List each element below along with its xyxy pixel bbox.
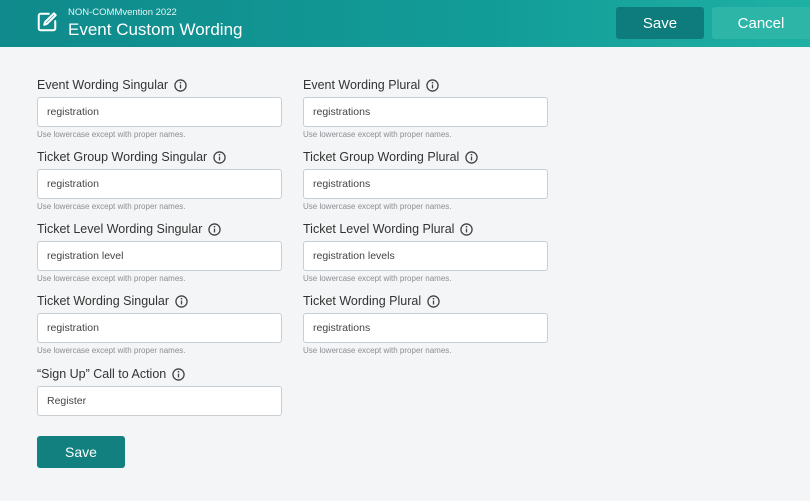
ticket-group-singular-input[interactable]: registration (37, 169, 282, 199)
field-ticket-plural: Ticket Wording Plural registrations Use … (303, 293, 548, 355)
info-icon[interactable] (172, 367, 185, 381)
save-button[interactable]: Save (37, 436, 125, 468)
edit-icon (37, 12, 57, 32)
ticket-group-plural-input[interactable]: registrations (303, 169, 548, 199)
field-label: Event Wording Plural (303, 78, 421, 92)
field-hint: Use lowercase except with proper names. (37, 346, 186, 355)
info-icon[interactable] (208, 222, 222, 236)
event-plural-input[interactable]: registrations (303, 97, 548, 127)
info-icon[interactable] (175, 294, 188, 308)
ticket-level-singular-input[interactable]: registration level (37, 241, 282, 271)
sign-up-cta-input[interactable]: Register (37, 386, 282, 416)
field-label: Ticket Wording Plural (303, 294, 422, 308)
page-header: NON-COMMvention 2022 Event Custom Wordin… (0, 0, 810, 47)
info-icon[interactable] (465, 150, 479, 164)
field-hint: Use lowercase except with proper names. (37, 202, 186, 211)
header-save-button[interactable]: Save (616, 7, 704, 39)
ticket-singular-input[interactable]: registration (37, 313, 282, 343)
ticket-level-plural-input[interactable]: registration levels (303, 241, 548, 271)
field-label: Ticket Level Wording Plural (303, 222, 455, 236)
info-icon[interactable] (426, 78, 439, 92)
field-hint: Use lowercase except with proper names. (37, 274, 186, 283)
field-hint: Use lowercase except with proper names. (303, 130, 452, 139)
field-event-plural: Event Wording Plural registrations Use l… (303, 77, 548, 139)
field-hint: Use lowercase except with proper names. (303, 202, 452, 211)
info-icon[interactable] (460, 222, 474, 236)
info-icon[interactable] (213, 150, 226, 164)
field-ticket-group-plural: Ticket Group Wording Plural registration… (303, 149, 548, 211)
field-label: Ticket Level Wording Singular (37, 222, 203, 236)
info-icon[interactable] (427, 294, 440, 308)
event-name: NON-COMMvention 2022 (68, 7, 177, 18)
field-hint: Use lowercase except with proper names. (303, 346, 452, 355)
field-hint: Use lowercase except with proper names. (37, 130, 186, 139)
info-icon[interactable] (174, 78, 187, 92)
header-cancel-button[interactable]: Cancel (712, 7, 810, 39)
ticket-plural-input[interactable]: registrations (303, 313, 548, 343)
page-title: Event Custom Wording (68, 20, 243, 39)
field-label: Ticket Group Wording Plural (303, 150, 460, 164)
field-ticket-singular: Ticket Wording Singular registration Use… (37, 293, 282, 355)
field-label: Event Wording Singular (37, 78, 169, 92)
event-singular-input[interactable]: registration (37, 97, 282, 127)
field-hint: Use lowercase except with proper names. (303, 274, 452, 283)
field-event-singular: Event Wording Singular registration Use … (37, 77, 282, 139)
field-label: “Sign Up” Call to Action (37, 367, 167, 381)
field-label: Ticket Wording Singular (37, 294, 170, 308)
field-ticket-level-singular: Ticket Level Wording Singular registrati… (37, 221, 282, 283)
field-ticket-level-plural: Ticket Level Wording Plural registration… (303, 221, 548, 283)
field-ticket-group-singular: Ticket Group Wording Singular registrati… (37, 149, 282, 211)
field-sign-up-cta: “Sign Up” Call to Action Register (37, 366, 282, 416)
field-label: Ticket Group Wording Singular (37, 150, 208, 164)
